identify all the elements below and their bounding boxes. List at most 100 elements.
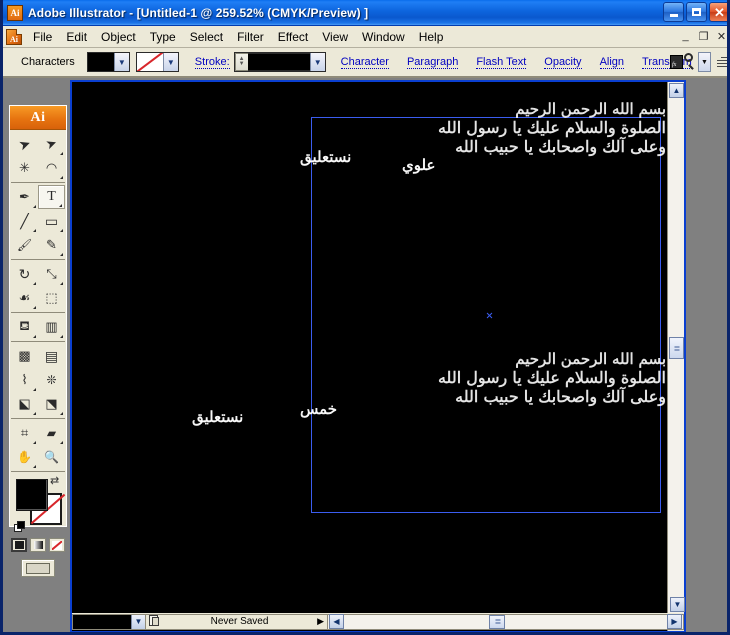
paint-mode-row xyxy=(10,536,66,554)
tool-gradient[interactable]: ▤ xyxy=(38,344,65,368)
stroke-weight-stepper[interactable]: ▲ ▼ xyxy=(234,53,248,71)
dock-grip-icon[interactable] xyxy=(717,55,727,69)
tool-slice[interactable]: ⌗ xyxy=(11,421,38,445)
fill-indicator-swatch[interactable] xyxy=(16,479,48,511)
mdi-close-button[interactable]: ✕ xyxy=(713,28,727,44)
menu-item-view[interactable]: View xyxy=(315,28,355,46)
color-mode-button[interactable] xyxy=(11,538,27,552)
artwork-line-2-3: وعلى آلك واصحابك يا حبيب الله xyxy=(455,387,666,406)
standard-screen-mode-button[interactable] xyxy=(21,559,55,577)
scroll-up-button[interactable]: ▲ xyxy=(669,83,684,98)
close-button[interactable]: ✕ xyxy=(709,2,727,22)
tool-direct-selection[interactable]: ➤ xyxy=(38,132,65,156)
app-icon: Ai xyxy=(7,4,23,21)
document-effects-icon[interactable] xyxy=(670,53,694,71)
tool-lasso[interactable]: ◠ xyxy=(38,156,65,180)
tool-live-paint-selection[interactable]: ⬔ xyxy=(38,392,65,416)
status-menu-icon[interactable]: ▶ xyxy=(317,616,324,627)
link-opacity[interactable]: Opacity xyxy=(544,56,582,69)
scroll-right-button[interactable]: ▶ xyxy=(667,614,682,629)
tool-scale[interactable]: ⤡ xyxy=(38,262,65,286)
tool-free-transform[interactable]: ⬚ xyxy=(38,286,65,310)
tool-pen[interactable]: ✒ xyxy=(11,185,38,209)
swap-fill-stroke-icon[interactable]: ⇄ xyxy=(50,476,62,487)
menu-item-effect[interactable]: Effect xyxy=(271,28,315,46)
menu-item-select[interactable]: Select xyxy=(183,28,230,46)
tool-pencil[interactable]: ✎ xyxy=(38,233,65,257)
zoom-level-control[interactable]: ▼ xyxy=(72,613,146,630)
toolbox-header[interactable]: Ai xyxy=(10,106,66,130)
menu-item-object[interactable]: Object xyxy=(94,28,143,46)
artwork-line-1-3: وعلى آلك واصحابك يا حبيب الله xyxy=(455,137,666,156)
horizontal-scroll-track[interactable]: ≣ xyxy=(345,614,666,629)
horizontal-scroll-thumb[interactable]: ≣ xyxy=(489,614,506,629)
tool-column-graph[interactable]: ▥ xyxy=(38,315,65,339)
tool-eraser[interactable]: ▰ xyxy=(38,421,65,445)
tool-zoom[interactable]: 🔍 xyxy=(38,445,65,469)
link-flash-text[interactable]: Flash Text xyxy=(476,56,527,69)
panel-dropdown-icon[interactable]: ▼ xyxy=(698,52,711,72)
artwork-text-block-1[interactable]: بسم الله الرحمن الرحيم الصلوة والسلام عل… xyxy=(72,100,667,156)
artwork-signature-2[interactable]: نستعليق xyxy=(192,408,244,426)
tool-mesh[interactable]: ▩ xyxy=(11,344,38,368)
toolbox-divider-2 xyxy=(11,259,65,260)
default-fill-stroke-icon[interactable] xyxy=(14,521,26,533)
fill-color-dropdown-icon[interactable]: ▼ xyxy=(113,53,129,71)
none-mode-button[interactable] xyxy=(49,538,65,552)
link-character[interactable]: Character xyxy=(340,56,389,69)
link-paragraph[interactable]: Paragraph xyxy=(406,56,459,69)
stroke-color-dropdown-icon[interactable]: ▼ xyxy=(162,53,178,71)
stroke-weight-input[interactable] xyxy=(247,53,310,71)
menu-item-help[interactable]: Help xyxy=(412,28,451,46)
tool-symbol-sprayer[interactable]: ⛾ xyxy=(11,315,38,339)
canvas-area[interactable]: بسم الله الرحمن الرحيم الصلوة والسلام عل… xyxy=(72,82,667,614)
status-info-field[interactable]: Never Saved ▶ xyxy=(146,613,328,630)
artwork-signature-1[interactable]: نستعليق xyxy=(300,148,352,166)
minimize-button[interactable] xyxy=(663,2,684,22)
artwork-signature-1b[interactable]: علوي xyxy=(402,156,436,174)
mdi-restore-button[interactable]: ❐ xyxy=(695,28,712,44)
tool-magic-wand[interactable]: ✳ xyxy=(11,156,38,180)
artboard-center-mark xyxy=(486,312,493,319)
document-icon[interactable]: Ai xyxy=(6,28,22,45)
stroke-color-control[interactable]: ▼ xyxy=(135,52,179,72)
fill-color-swatch[interactable] xyxy=(87,53,114,71)
maximize-button[interactable] xyxy=(686,2,707,22)
menu-item-edit[interactable]: Edit xyxy=(59,28,94,46)
tool-warp[interactable]: ☙ xyxy=(11,286,38,310)
toolbox-palette: Ai ➤ ➤ ✳ ◠ ✒ T ╱ ▭ 🖌 ✎ ↻ ⤡ ☙ ⬚ ⛾ ▥ ▩ ▤ ⌇ xyxy=(9,105,67,577)
tool-rotate[interactable]: ↻ xyxy=(11,262,38,286)
artwork-signature-2b[interactable]: خمس xyxy=(300,400,338,418)
toolbox-divider-6 xyxy=(11,471,65,472)
tool-hand[interactable]: ✋ xyxy=(11,445,38,469)
scroll-left-button[interactable]: ◀ xyxy=(329,614,344,629)
vertical-scroll-thumb[interactable]: ≣ xyxy=(669,337,684,359)
stroke-color-swatch[interactable] xyxy=(136,53,163,71)
menu-item-file[interactable]: File xyxy=(26,28,59,46)
scroll-thumb-grip: ≣ xyxy=(673,343,681,353)
tool-live-paint-bucket[interactable]: ⬕ xyxy=(11,392,38,416)
vertical-scrollbar[interactable]: ▲ ≣ ▼ xyxy=(667,82,685,614)
tool-rectangle[interactable]: ▭ xyxy=(38,209,65,233)
gradient-mode-button[interactable] xyxy=(30,538,46,552)
mdi-window-controls: _ ❐ ✕ xyxy=(677,28,727,44)
menu-item-type[interactable]: Type xyxy=(143,28,183,46)
stroke-weight-control[interactable]: ▲ ▼ ▼ xyxy=(233,52,326,72)
tool-line-segment[interactable]: ╱ xyxy=(11,209,38,233)
menu-item-window[interactable]: Window xyxy=(355,28,412,46)
menu-item-filter[interactable]: Filter xyxy=(230,28,271,46)
scroll-down-button[interactable]: ▼ xyxy=(670,597,685,612)
toolbox-divider-4 xyxy=(11,341,65,342)
tool-selection[interactable]: ➤ xyxy=(11,132,38,156)
stroke-weight-dropdown-icon[interactable]: ▼ xyxy=(309,53,325,71)
artwork-text-block-2[interactable]: بسم الله الرحمن الرحيم الصلوة والسلام عل… xyxy=(72,350,667,406)
fill-color-control[interactable]: ▼ xyxy=(86,52,130,72)
mdi-minimize-button[interactable]: _ xyxy=(677,28,694,44)
tool-paintbrush[interactable]: 🖌 xyxy=(11,233,38,257)
zoom-level-dropdown-icon[interactable]: ▼ xyxy=(131,614,145,629)
link-align[interactable]: Align xyxy=(599,56,625,69)
tool-type[interactable]: T xyxy=(38,185,65,209)
horizontal-scrollbar[interactable]: ◀ ≣ ▶ xyxy=(328,613,684,630)
tool-eyedropper[interactable]: ⌇ xyxy=(11,368,38,392)
tool-blend[interactable]: ❊ xyxy=(38,368,65,392)
